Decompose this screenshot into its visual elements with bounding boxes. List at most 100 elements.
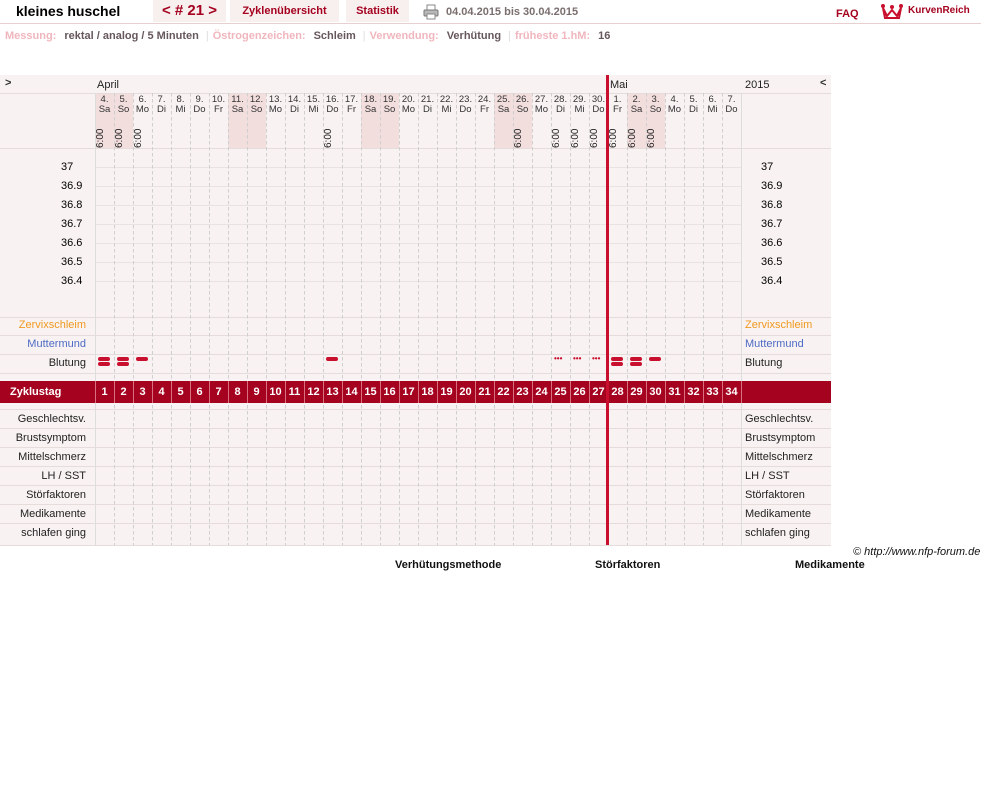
cervical-mucus-label[interactable]: Zervixschleim	[19, 319, 86, 331]
day-name: Mo	[268, 104, 283, 115]
previous-cycle-button[interactable]: >	[5, 77, 11, 89]
bottom-row-label-right[interactable]: Brustsymptom	[745, 432, 815, 444]
cycle-day-number: 12	[307, 386, 320, 398]
bottom-row-label-right[interactable]: Medikamente	[745, 508, 811, 520]
cycle-selector[interactable]: < # 21 >	[153, 0, 226, 22]
column-divider	[741, 93, 742, 545]
row-divider	[0, 335, 831, 336]
day-name: Mo	[667, 104, 682, 115]
column-divider	[266, 93, 267, 545]
day-name: So	[649, 104, 662, 115]
cycle-overview-tab[interactable]: Zyklenübersicht	[230, 0, 339, 22]
bottom-row-label[interactable]: Mittelschmerz	[18, 451, 86, 463]
cycle-day-number: 19	[440, 386, 453, 398]
bleeding-mark-heavy[interactable]	[117, 362, 129, 366]
bleeding-mark-heavy[interactable]	[117, 357, 129, 361]
bleeding-mark-heavy[interactable]	[98, 362, 110, 366]
bleeding-label[interactable]: Blutung	[49, 357, 86, 369]
bleeding-label-right[interactable]: Blutung	[745, 357, 782, 369]
spotting-mark[interactable]: •••	[592, 355, 600, 363]
day-name: Do	[725, 104, 738, 115]
next-cycle-button[interactable]: <	[820, 77, 826, 89]
bleeding-mark-light[interactable]	[136, 357, 148, 361]
bottom-row-label[interactable]: Geschlechtsv.	[18, 413, 86, 425]
cycle-day-number: 8	[234, 386, 241, 398]
faq-link[interactable]: FAQ	[836, 8, 859, 20]
bottom-row-label-right[interactable]: schlafen ging	[745, 527, 810, 539]
column-divider	[551, 93, 552, 545]
day-name: Do	[459, 104, 472, 115]
day-name: Fr	[347, 104, 356, 115]
bottom-row-label[interactable]: schlafen ging	[21, 527, 86, 539]
bleeding-mark-heavy[interactable]	[611, 357, 623, 361]
bottom-row-label[interactable]: LH / SST	[41, 470, 86, 482]
measurement-time: 6:00	[323, 128, 334, 148]
year-label: 2015	[745, 79, 770, 91]
day-name: Fr	[613, 104, 622, 115]
bleeding-mark-heavy[interactable]	[630, 357, 642, 361]
logo-text: KurvenReich	[908, 5, 970, 16]
measurement-parameters: Messung: rektal / analog / 5 Minuten | Östr…	[5, 30, 613, 42]
day-name: Sa	[630, 104, 643, 115]
statistics-tab[interactable]: Statistik	[346, 0, 409, 22]
column-divider	[133, 93, 134, 545]
measurement-time: 6:00	[627, 128, 638, 148]
row-divider	[0, 466, 831, 467]
bleeding-mark-heavy[interactable]	[98, 357, 110, 361]
day-name: Mo	[135, 104, 150, 115]
printer-icon[interactable]	[423, 4, 439, 20]
temperature-axis-label: 37	[61, 161, 74, 173]
column-divider	[209, 93, 210, 545]
bleeding-mark-heavy[interactable]	[611, 362, 623, 366]
column-divider	[627, 93, 628, 545]
cycle-day-separator	[741, 381, 742, 403]
bottom-row-label[interactable]: Brustsymptom	[16, 432, 86, 444]
cycle-day-number: 7	[215, 386, 222, 398]
bottom-row-label[interactable]: Medikamente	[20, 508, 86, 520]
cervical-mucus-label-right[interactable]: Zervixschleim	[745, 319, 812, 331]
bleeding-mark-light[interactable]	[326, 357, 338, 361]
temperature-axis-label-right: 36.5	[761, 256, 783, 268]
bleeding-mark-heavy[interactable]	[630, 362, 642, 366]
day-name: Mi	[574, 104, 585, 115]
bleeding-mark-light[interactable]	[649, 357, 661, 361]
month-label: Mai	[610, 79, 628, 91]
cycle-day-number: 15	[364, 386, 377, 398]
cycle-day-number: 11	[288, 386, 301, 398]
column-divider	[247, 93, 248, 545]
day-name: Sa	[497, 104, 510, 115]
cycle-day-number: 17	[402, 386, 415, 398]
cycle-day-number: 10	[269, 386, 282, 398]
date-range: 04.04.2015 bis 30.04.2015	[446, 6, 579, 18]
crown-icon	[881, 4, 903, 19]
spotting-mark[interactable]: •••	[573, 355, 581, 363]
bottom-row-label[interactable]: Störfaktoren	[26, 489, 86, 501]
column-divider	[114, 93, 115, 545]
measurement-time: 6:00	[133, 128, 144, 148]
temperature-axis-label: 36.6	[61, 237, 83, 249]
bottom-row-label-right[interactable]: Geschlechtsv.	[745, 413, 813, 425]
cervix-label[interactable]: Muttermund	[27, 338, 86, 350]
cycle-day-number: 13	[326, 386, 339, 398]
bottom-row-label-right[interactable]: Mittelschmerz	[745, 451, 813, 463]
day-name: Do	[326, 104, 339, 115]
temperature-axis-label-right: 36.8	[761, 199, 783, 211]
cervix-label-right[interactable]: Muttermund	[745, 338, 804, 350]
bottom-row-label-right[interactable]: LH / SST	[745, 470, 790, 482]
spotting-mark[interactable]: •••	[554, 355, 562, 363]
column-divider	[570, 93, 571, 545]
bottom-row-label-right[interactable]: Störfaktoren	[745, 489, 805, 501]
row-divider	[0, 545, 831, 546]
param-value: Schleim	[313, 30, 356, 42]
day-name: Mo	[534, 104, 549, 115]
cycle-day-number: 31	[668, 386, 681, 398]
param-value: Verhütung	[446, 30, 502, 42]
cycle-day-number: 32	[687, 386, 700, 398]
column-divider	[418, 93, 419, 545]
cycle-day-number: 26	[573, 386, 586, 398]
param-separator: |	[508, 30, 511, 42]
param-value: 16	[598, 30, 611, 42]
column-divider	[665, 93, 666, 545]
param-label: Verwendung:	[369, 30, 439, 42]
kurvenreich-logo[interactable]: KurvenReich	[880, 1, 970, 21]
